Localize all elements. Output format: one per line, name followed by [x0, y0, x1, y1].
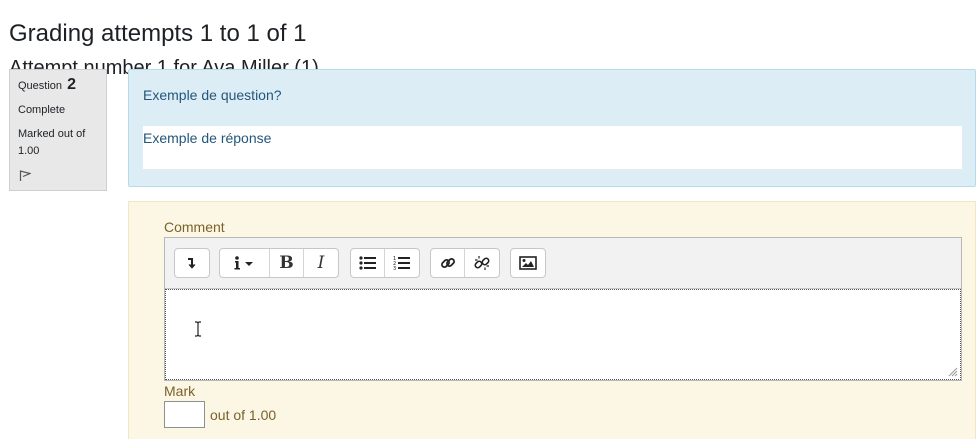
mark-out-of: out of 1.00 [210, 407, 277, 423]
mark-label: Mark [164, 383, 196, 399]
comment-textarea[interactable] [165, 289, 961, 380]
toolbar-group-media [510, 248, 546, 278]
resize-handle-icon[interactable] [948, 367, 958, 377]
editor-toolbar: B I 1 2 3 [165, 238, 961, 289]
page-title: Grading attempts 1 to 1 of 1 [9, 20, 307, 48]
collapse-icon [188, 258, 196, 269]
link-icon [440, 258, 455, 268]
italic-button[interactable]: I [304, 249, 338, 277]
text-cursor-icon [195, 321, 201, 337]
unlink-icon [474, 256, 490, 270]
comment-section: Comment B I 1 2 3 Mark out of 1.00 [128, 201, 976, 439]
image-button[interactable] [511, 249, 545, 277]
mark-input[interactable] [164, 401, 205, 428]
question-grade: Marked out of 1.00 [18, 128, 86, 157]
bold-button[interactable]: B [270, 249, 304, 277]
toolbar-group-links [430, 248, 500, 278]
collapse-button[interactable] [175, 249, 209, 277]
comment-editor: B I 1 2 3 [164, 237, 962, 381]
toolbar-group-style: B I [219, 248, 339, 278]
question-state: Complete [18, 104, 66, 116]
question-info: Question 2 Complete Marked out of 1.00 [9, 69, 107, 191]
flag-icon[interactable] [19, 170, 31, 182]
ordered-list-icon: 1 2 3 [393, 256, 410, 271]
unlink-button[interactable] [465, 249, 499, 277]
question-formulation: Exemple de question? Exemple de réponse [128, 69, 976, 187]
image-icon [519, 256, 537, 270]
question-number: Question 2 [18, 76, 76, 95]
info-icon [234, 256, 253, 270]
paragraph-styles-button[interactable] [220, 249, 270, 277]
toolbar-group-lists: 1 2 3 [350, 248, 420, 278]
toolbar-group-collapse [174, 248, 210, 278]
comment-label: Comment [164, 219, 225, 235]
question-text: Exemple de question? [143, 87, 282, 103]
response-text: Exemple de réponse [143, 130, 272, 146]
response-area: Exemple de réponse [143, 126, 962, 169]
unordered-list-icon [358, 256, 376, 270]
question-label: Question [18, 80, 63, 92]
svg-text:3: 3 [393, 266, 396, 271]
bold-icon: B [279, 253, 294, 273]
italic-icon: I [317, 253, 325, 273]
link-button[interactable] [431, 249, 465, 277]
ordered-list-button[interactable]: 1 2 3 [385, 249, 419, 277]
question-number-value: 2 [67, 76, 76, 93]
unordered-list-button[interactable] [351, 249, 385, 277]
